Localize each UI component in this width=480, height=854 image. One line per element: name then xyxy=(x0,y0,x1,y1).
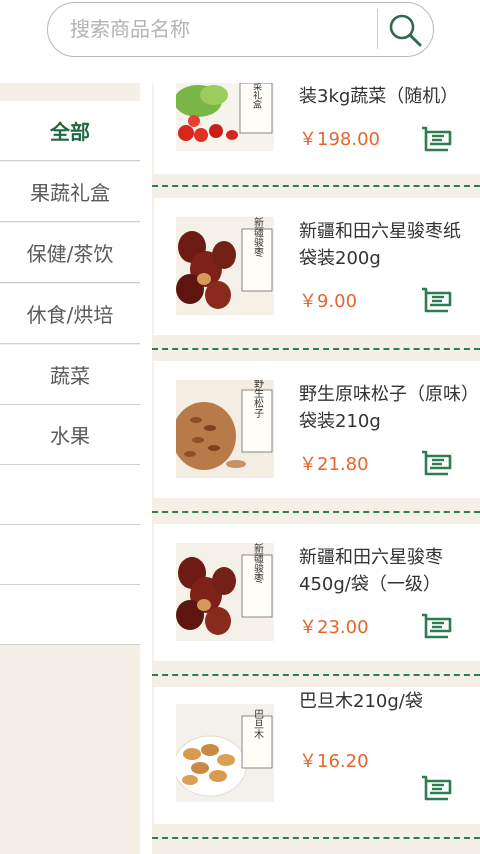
search-divider xyxy=(377,9,378,49)
category-label: 蔬菜 xyxy=(50,364,90,388)
product-list: 菜礼盒 装3kg蔬菜（随机） ￥198.00 新疆骏枣 新疆和田六星骏枣纸袋装2… xyxy=(152,83,480,854)
category-vegetables[interactable]: 蔬菜 xyxy=(0,345,140,405)
category-label: 全部 xyxy=(50,120,90,144)
thumb-label: 菜礼盒 xyxy=(251,83,262,109)
thumb-label: 野生松子 xyxy=(252,380,264,418)
product-price: ￥23.00 xyxy=(299,617,369,638)
dates-icon: 新疆骏枣 xyxy=(176,217,274,315)
vegetables-icon: 菜礼盒 xyxy=(176,83,274,151)
cart-icon xyxy=(422,613,452,639)
thumb-label: 巴旦木 xyxy=(252,709,264,740)
category-snacks-baking[interactable]: 休食/烘培 xyxy=(0,284,140,344)
card-separator xyxy=(152,185,480,187)
add-to-cart-button[interactable] xyxy=(418,771,454,807)
product-thumbnail: 巴旦木 xyxy=(176,704,274,802)
product-card[interactable]: 野生松子 野生原味松子（原味）袋装210g ￥21.80 xyxy=(154,361,480,498)
product-price: ￥9.00 xyxy=(299,291,358,312)
card-separator xyxy=(152,837,480,839)
search-button[interactable] xyxy=(380,5,430,53)
product-thumbnail: 野生松子 xyxy=(176,380,274,478)
add-to-cart-button[interactable] xyxy=(418,122,454,158)
category-empty-slot xyxy=(0,465,140,525)
add-to-cart-button[interactable] xyxy=(418,609,454,645)
product-card[interactable]: 新疆骏枣 新疆和田六星骏枣纸袋装200g ￥9.00 xyxy=(154,198,480,335)
product-name: 巴旦木210g/袋 xyxy=(299,691,423,712)
product-card[interactable]: 新疆骏枣 新疆和田六星骏枣450g/袋（一级） ￥23.00 xyxy=(154,524,480,661)
product-price: ￥21.80 xyxy=(299,454,369,475)
product-thumbnail: 新疆骏枣 xyxy=(176,543,274,641)
product-thumbnail: 菜礼盒 xyxy=(176,83,274,151)
product-card[interactable]: 巴旦木 巴旦木210g/袋 ￥16.20 xyxy=(154,687,480,824)
category-health-tea[interactable]: 保健/茶饮 xyxy=(0,223,140,283)
header xyxy=(0,0,480,62)
category-fruit[interactable]: 水果 xyxy=(0,405,140,465)
dates-icon: 新疆骏枣 xyxy=(176,543,274,641)
category-label: 水果 xyxy=(50,424,90,448)
product-thumbnail: 新疆骏枣 xyxy=(176,217,274,315)
card-separator xyxy=(152,511,480,513)
category-fruit-veg-gift-box[interactable]: 果蔬礼盒 xyxy=(0,162,140,222)
product-price: ￥16.20 xyxy=(299,751,369,772)
product-card[interactable]: 菜礼盒 装3kg蔬菜（随机） ￥198.00 xyxy=(154,83,480,174)
cart-icon xyxy=(422,450,452,476)
cart-icon xyxy=(422,126,452,152)
product-name: 新疆和田六星骏枣450g/袋（一级） xyxy=(299,547,443,595)
category-empty-slot xyxy=(0,585,140,645)
product-name: 新疆和田六星骏枣纸袋装200g xyxy=(299,221,461,269)
thumb-label: 新疆骏枣 xyxy=(252,217,264,258)
category-label: 休食/烘培 xyxy=(26,303,114,327)
almonds-icon: 巴旦木 xyxy=(176,704,274,802)
search-box xyxy=(47,2,434,57)
search-icon xyxy=(389,14,422,47)
category-all[interactable]: 全部 xyxy=(0,101,140,161)
add-to-cart-button[interactable] xyxy=(418,283,454,319)
product-name: 装3kg蔬菜（随机） xyxy=(299,86,459,107)
product-name: 野生原味松子（原味）袋装210g xyxy=(299,384,470,432)
category-sidebar: 全部 果蔬礼盒 保健/茶饮 休食/烘培 蔬菜 水果 xyxy=(0,83,140,854)
pine-nuts-icon: 野生松子 xyxy=(176,380,274,478)
add-to-cart-button[interactable] xyxy=(418,446,454,482)
product-price: ￥198.00 xyxy=(299,129,380,150)
cart-icon xyxy=(422,775,452,801)
category-label: 保健/茶饮 xyxy=(26,242,114,266)
card-separator xyxy=(152,674,480,676)
category-label: 果蔬礼盒 xyxy=(30,181,110,205)
category-empty-slot xyxy=(0,525,140,585)
card-separator xyxy=(152,348,480,350)
app-root: 全部 果蔬礼盒 保健/茶饮 休食/烘培 蔬菜 水果 xyxy=(0,0,480,854)
search-input[interactable] xyxy=(70,3,370,55)
thumb-label: 新疆骏枣 xyxy=(252,543,264,584)
cart-icon xyxy=(422,287,452,313)
